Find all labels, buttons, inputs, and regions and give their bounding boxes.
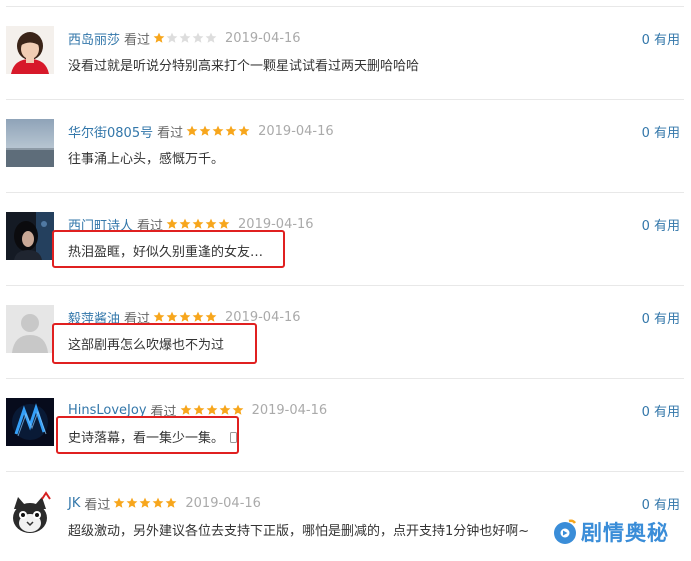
star-filled-icon (206, 404, 218, 416)
star-filled-icon (166, 218, 178, 230)
avatar[interactable] (6, 212, 54, 260)
review-item: 西岛丽莎 看过 2019-04-16 没看过就是听说分特别高来打个一颗星试试看过… (6, 7, 684, 100)
star-filled-icon (225, 125, 237, 137)
star-filled-icon (232, 404, 244, 416)
watched-label: 看过 (157, 125, 184, 141)
rating-stars (153, 311, 218, 323)
useful-vote-button[interactable]: 0 有用 (642, 122, 680, 141)
avatar[interactable] (6, 26, 54, 74)
useful-vote-button[interactable]: 0 有用 (642, 29, 680, 48)
useful-vote-button[interactable]: 0 有用 (642, 494, 680, 513)
review-item: 华尔街0805号 看过 2019-04-16 往事涌上心头，感慨万千。 0 有用 (6, 100, 684, 193)
star-empty-icon (205, 32, 217, 44)
star-filled-icon (238, 125, 250, 137)
useful-vote-button[interactable]: 0 有用 (642, 308, 680, 327)
highlight-box (56, 416, 239, 454)
review-date: 2019-04-16 (225, 30, 301, 46)
star-filled-icon (205, 218, 217, 230)
rating-stars (113, 497, 178, 509)
star-filled-icon (219, 404, 231, 416)
star-filled-icon (152, 497, 164, 509)
film-logo-icon (554, 519, 577, 544)
star-filled-icon (139, 497, 151, 509)
review-date: 2019-04-16 (258, 123, 334, 139)
review-date: 2019-04-16 (185, 495, 261, 511)
rating-stars (166, 218, 231, 230)
star-filled-icon (212, 125, 224, 137)
star-filled-icon (192, 218, 204, 230)
star-filled-icon (193, 404, 205, 416)
username[interactable]: 西岛丽莎 (68, 29, 120, 48)
username[interactable]: 华尔街0805号 (68, 122, 153, 141)
star-filled-icon (179, 218, 191, 230)
star-filled-icon (199, 125, 211, 137)
comment-text: 超级激动，另外建议各位去支持下正版，哪怕是删减的，点开支持1分钟也好啊~ (68, 524, 530, 539)
star-filled-icon (218, 218, 230, 230)
star-empty-icon (192, 32, 204, 44)
star-empty-icon (166, 32, 178, 44)
star-filled-icon (192, 311, 204, 323)
rating-stars (180, 404, 245, 416)
star-filled-icon (153, 311, 165, 323)
star-filled-icon (153, 32, 165, 44)
review-date: 2019-04-16 (251, 402, 328, 418)
watermark: 剧情奥秘 (553, 517, 669, 547)
star-filled-icon (179, 311, 191, 323)
watched-label: 看过 (124, 32, 151, 48)
highlight-box (52, 230, 285, 268)
comment-text: 没看过就是听说分特别高来打个一颗星试试看过两天删哈哈哈 (68, 59, 420, 74)
star-filled-icon (126, 497, 138, 509)
rating-stars (153, 32, 218, 44)
avatar[interactable] (6, 119, 54, 167)
avatar[interactable] (6, 305, 54, 353)
star-filled-icon (113, 497, 125, 509)
star-empty-icon (179, 32, 191, 44)
watermark-text: 剧情奥秘 (581, 521, 669, 545)
star-filled-icon (205, 311, 217, 323)
avatar[interactable] (6, 398, 54, 446)
useful-vote-button[interactable]: 0 有用 (642, 401, 680, 420)
avatar[interactable] (6, 491, 54, 539)
useful-vote-button[interactable]: 0 有用 (642, 215, 680, 234)
star-filled-icon (186, 125, 198, 137)
comment-text: 往事涌上心头，感慨万千。 (68, 152, 225, 167)
star-filled-icon (180, 404, 192, 416)
highlight-box (52, 323, 257, 364)
username[interactable]: JK (68, 496, 80, 511)
rating-stars (186, 125, 251, 137)
star-filled-icon (165, 497, 177, 509)
star-filled-icon (166, 311, 178, 323)
watched-label: 看过 (84, 497, 111, 513)
